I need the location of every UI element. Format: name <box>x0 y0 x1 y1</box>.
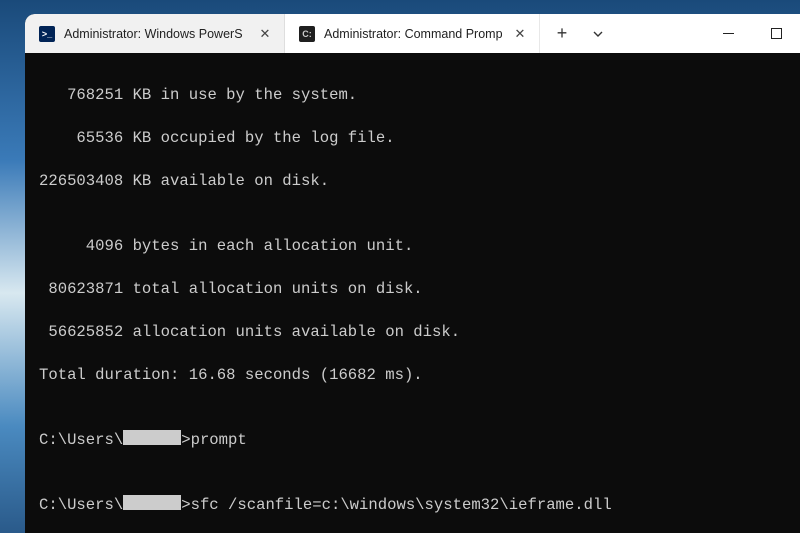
powershell-icon: >_ <box>39 26 55 42</box>
minimize-button[interactable] <box>704 14 752 53</box>
chevron-down-icon <box>592 28 604 40</box>
terminal-window: >_ Administrator: Windows PowerS ✕ C: Ad… <box>25 14 800 533</box>
output-line: 226503408 KB available on disk. <box>39 171 800 193</box>
new-tab-button[interactable]: + <box>544 14 580 53</box>
prompt-line: C:\Users\>sfc /scanfile=c:\windows\syste… <box>39 495 800 517</box>
output-line: Total duration: 16.68 seconds (16682 ms)… <box>39 365 800 387</box>
maximize-button[interactable] <box>752 14 800 53</box>
tab-dropdown-button[interactable] <box>580 14 616 53</box>
terminal-output[interactable]: 768251 KB in use by the system. 65536 KB… <box>25 53 800 533</box>
close-tab-icon[interactable]: ✕ <box>511 25 529 43</box>
titlebar: >_ Administrator: Windows PowerS ✕ C: Ad… <box>25 14 800 53</box>
output-line: 56625852 allocation units available on d… <box>39 322 800 344</box>
output-line: 4096 bytes in each allocation unit. <box>39 236 800 258</box>
redacted-username <box>123 430 181 445</box>
tab-toolbar: + <box>544 14 616 53</box>
prompt-line: C:\Users\>prompt <box>39 430 800 452</box>
window-controls <box>704 14 800 53</box>
output-line: 768251 KB in use by the system. <box>39 85 800 107</box>
cmd-icon: C: <box>299 26 315 42</box>
output-line: 80623871 total allocation units on disk. <box>39 279 800 301</box>
tab-title: Administrator: Command Promp <box>324 27 502 41</box>
redacted-username <box>123 495 181 510</box>
minimize-icon <box>723 28 734 39</box>
output-line: 65536 KB occupied by the log file. <box>39 128 800 150</box>
close-tab-icon[interactable]: ✕ <box>256 25 274 43</box>
tab-powershell[interactable]: >_ Administrator: Windows PowerS ✕ <box>25 14 285 53</box>
tab-cmd[interactable]: C: Administrator: Command Promp ✕ <box>285 14 540 53</box>
tab-title: Administrator: Windows PowerS <box>64 27 247 41</box>
maximize-icon <box>771 28 782 39</box>
